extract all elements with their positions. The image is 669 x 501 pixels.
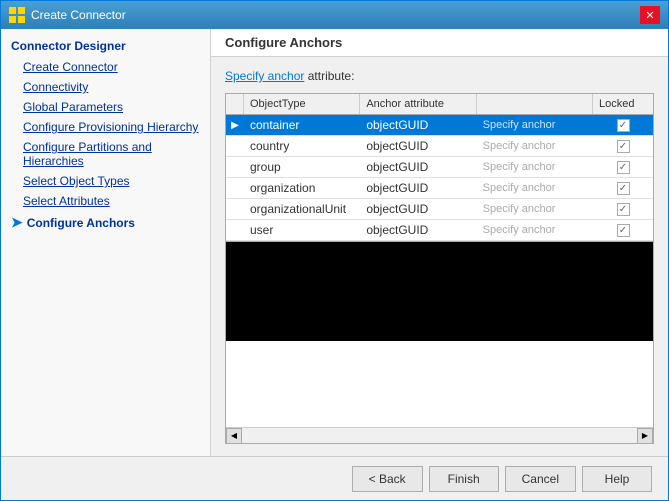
cell-anchor-attribute: objectGUID bbox=[360, 136, 476, 156]
col-anchor-attribute: Anchor attribute bbox=[360, 94, 476, 114]
sidebar-item-configure-partitions[interactable]: Configure Partitions and Hierarchies bbox=[1, 137, 210, 171]
locked-checkbox[interactable]: ✓ bbox=[617, 140, 630, 153]
table-row[interactable]: country objectGUID Specify anchor ✓ bbox=[226, 136, 653, 157]
table-body: ▶ container objectGUID Specify anchor ✓ … bbox=[226, 115, 653, 427]
cancel-button[interactable]: Cancel bbox=[505, 466, 576, 492]
title-bar-left: Create Connector bbox=[9, 7, 126, 23]
footer: < Back Finish Cancel Help bbox=[1, 456, 668, 500]
specify-text: Specify anchor attribute: bbox=[225, 69, 654, 83]
content-area: Connector Designer Create Connector Conn… bbox=[1, 29, 668, 456]
back-button[interactable]: < Back bbox=[352, 466, 423, 492]
row-arrow-icon: ▶ bbox=[226, 120, 244, 131]
cell-anchor-attribute: objectGUID bbox=[360, 199, 476, 219]
scroll-left-button[interactable]: ◀ bbox=[226, 428, 242, 444]
col-selector bbox=[226, 94, 244, 114]
window-title: Create Connector bbox=[31, 8, 126, 22]
close-button[interactable]: ✕ bbox=[640, 6, 660, 24]
main-panel: Configure Anchors Specify anchor attribu… bbox=[211, 29, 668, 456]
specify-anchor-button[interactable]: Specify anchor bbox=[477, 221, 593, 239]
cell-anchor-attribute: objectGUID bbox=[360, 115, 476, 135]
col-object-type: ObjectType bbox=[244, 94, 360, 114]
specify-anchor-button[interactable]: Specify anchor bbox=[477, 179, 593, 197]
locked-checkbox-cell: ✓ bbox=[593, 200, 653, 219]
table-row[interactable]: organizationalUnit objectGUID Specify an… bbox=[226, 199, 653, 220]
cell-anchor-attribute: objectGUID bbox=[360, 178, 476, 198]
cell-object-type: organization bbox=[244, 178, 360, 198]
specify-anchor-button[interactable]: Specify anchor bbox=[477, 158, 593, 176]
cell-object-type: container bbox=[244, 115, 360, 135]
table-header: ObjectType Anchor attribute Locked bbox=[226, 94, 653, 115]
locked-checkbox-cell: ✓ bbox=[593, 221, 653, 240]
locked-checkbox[interactable]: ✓ bbox=[617, 182, 630, 195]
scroll-right-button[interactable]: ▶ bbox=[637, 428, 653, 444]
table-row[interactable]: user objectGUID Specify anchor ✓ bbox=[226, 220, 653, 241]
app-icon bbox=[9, 7, 25, 23]
specify-anchor-link[interactable]: Specify anchor bbox=[225, 69, 304, 83]
cell-anchor-attribute: objectGUID bbox=[360, 157, 476, 177]
panel-header: Configure Anchors bbox=[211, 29, 668, 57]
locked-checkbox-cell: ✓ bbox=[593, 158, 653, 177]
locked-checkbox-cell: ✓ bbox=[593, 179, 653, 198]
col-locked: Locked bbox=[593, 94, 653, 114]
sidebar-item-select-attributes[interactable]: Select Attributes bbox=[1, 191, 210, 211]
sidebar-item-configure-anchors-label: Configure Anchors bbox=[27, 216, 135, 230]
title-bar: Create Connector ✕ bbox=[1, 1, 668, 29]
locked-checkbox-cell: ✓ bbox=[593, 137, 653, 156]
cell-anchor-attribute: objectGUID bbox=[360, 220, 476, 240]
locked-checkbox[interactable]: ✓ bbox=[617, 161, 630, 174]
scrollbar-track bbox=[242, 430, 637, 442]
anchor-table: ObjectType Anchor attribute Locked ▶ con… bbox=[225, 93, 654, 444]
col-specify bbox=[477, 94, 593, 114]
locked-checkbox[interactable]: ✓ bbox=[617, 224, 630, 237]
panel-content: Specify anchor attribute: ObjectType Anc… bbox=[211, 57, 668, 456]
cell-object-type: organizationalUnit bbox=[244, 199, 360, 219]
table-row[interactable]: ▶ container objectGUID Specify anchor ✓ bbox=[226, 115, 653, 136]
cell-object-type: group bbox=[244, 157, 360, 177]
sidebar-item-create-connector[interactable]: Create Connector bbox=[1, 57, 210, 77]
specify-text-suffix: attribute: bbox=[304, 69, 354, 83]
sidebar-header: Connector Designer bbox=[1, 33, 210, 57]
help-button[interactable]: Help bbox=[582, 466, 652, 492]
sidebar-item-configure-provisioning[interactable]: Configure Provisioning Hierarchy bbox=[1, 117, 210, 137]
sidebar-item-select-object-types[interactable]: Select Object Types bbox=[1, 171, 210, 191]
horizontal-scrollbar[interactable]: ◀ ▶ bbox=[226, 427, 653, 443]
locked-checkbox[interactable]: ✓ bbox=[617, 119, 630, 132]
black-preview-area bbox=[226, 241, 653, 341]
sidebar-item-global-parameters[interactable]: Global Parameters bbox=[1, 97, 210, 117]
table-row[interactable]: organization objectGUID Specify anchor ✓ bbox=[226, 178, 653, 199]
specify-anchor-button[interactable]: Specify anchor bbox=[477, 200, 593, 218]
sidebar-item-configure-anchors[interactable]: ➤ Configure Anchors bbox=[1, 211, 210, 234]
table-row[interactable]: group objectGUID Specify anchor ✓ bbox=[226, 157, 653, 178]
finish-button[interactable]: Finish bbox=[429, 466, 499, 492]
specify-anchor-button[interactable]: Specify anchor bbox=[477, 116, 593, 134]
main-window: Create Connector ✕ Connector Designer Cr… bbox=[0, 0, 669, 501]
cell-object-type: country bbox=[244, 136, 360, 156]
specify-anchor-button[interactable]: Specify anchor bbox=[477, 137, 593, 155]
locked-checkbox[interactable]: ✓ bbox=[617, 203, 630, 216]
cell-object-type: user bbox=[244, 220, 360, 240]
arrow-icon: ➤ bbox=[11, 214, 23, 231]
locked-checkbox-cell: ✓ bbox=[593, 116, 653, 135]
sidebar-item-connectivity[interactable]: Connectivity bbox=[1, 77, 210, 97]
sidebar: Connector Designer Create Connector Conn… bbox=[1, 29, 211, 456]
